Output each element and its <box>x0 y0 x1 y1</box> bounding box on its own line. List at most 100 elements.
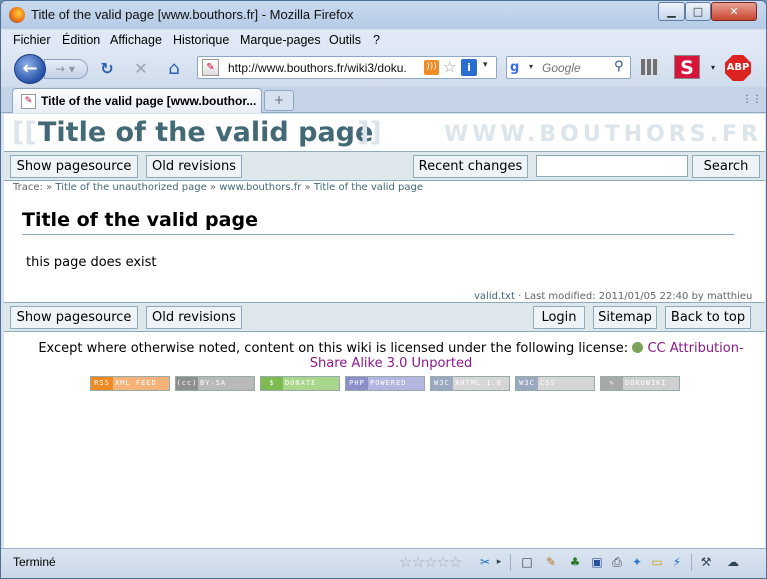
back-to-top-button[interactable]: Back to top <box>665 306 751 329</box>
sitemap-button[interactable]: Sitemap <box>593 306 657 329</box>
wiki-search-input[interactable] <box>536 155 688 177</box>
s-extension-dropdown-icon[interactable]: ▾ <box>711 63 715 72</box>
w3c-xhtml-badge[interactable]: W3C XHTML 1.0 <box>430 376 510 391</box>
old-revisions-button[interactable]: Old revisions <box>146 155 242 178</box>
bottom-action-bar: Show pagesource Old revisions Login Site… <box>4 302 765 332</box>
cc-by-sa-badge[interactable]: (cc) BY-SA <box>175 376 255 391</box>
url-history-dropdown-icon[interactable]: ▾ <box>483 60 488 70</box>
stop-icon[interactable]: ✕ <box>132 60 150 78</box>
dokuwiki-badge[interactable]: ✎ DOKUWIKI <box>600 376 680 391</box>
bracket-open: [[ <box>12 117 37 148</box>
pencil-icon[interactable]: ✎ <box>543 554 559 570</box>
browser-window: Title of the valid page [www.bouthors.fr… <box>0 0 767 579</box>
window-icon[interactable]: ▭ <box>649 554 665 570</box>
info-icon[interactable]: i <box>461 59 477 76</box>
page-heading: Title of the valid page <box>22 209 734 235</box>
license-prefix: Except where otherwise noted, content on… <box>38 341 629 356</box>
menu-bar: Fichier Édition Affichage Historique Mar… <box>1 30 766 51</box>
menu-edition[interactable]: Édition <box>62 33 100 47</box>
wiki-header: [[ Title of the valid page ]] WWW.BOUTHO… <box>4 114 765 152</box>
donate-badge[interactable]: $ DONATE <box>260 376 340 391</box>
rss-feed-badge[interactable]: RSS XML FEED <box>90 376 170 391</box>
status-divider <box>510 554 511 571</box>
trace-link-valid[interactable]: Title of the valid page <box>314 182 423 193</box>
trace-sep: » <box>209 182 217 193</box>
badge-row: RSS XML FEED (cc) BY-SA $ DONATE PHP POW… <box>90 376 690 391</box>
page-meta: valid.txt · Last modified: 2011/01/05 22… <box>474 291 752 302</box>
trace-sep: » <box>46 182 53 193</box>
close-button[interactable]: ✕ <box>711 2 757 21</box>
trace-label: Trace: <box>13 182 43 193</box>
cc-globe-icon <box>632 342 644 353</box>
tab-title: Title of the valid page [www.bouthor... <box>41 94 257 108</box>
bracket-close: ]] <box>357 117 382 148</box>
show-pagesource-button-bottom[interactable]: Show pagesource <box>10 306 138 329</box>
sparkle-icon[interactable]: ✦ <box>629 554 645 570</box>
meta-filename: valid.txt <box>474 291 515 302</box>
clover-icon[interactable]: ♣ <box>567 554 583 570</box>
status-bar: Terminé ☆☆☆☆☆ ✂ ▸ □ ✎ ♣ ▣ ⎙ ✦ ▭ ⚡ ⚒ ☁ <box>1 548 766 578</box>
save-icon[interactable]: ▣ <box>589 554 605 570</box>
rating-stars[interactable]: ☆☆☆☆☆ <box>399 553 462 571</box>
arrow-icon[interactable]: ▸ <box>491 554 507 570</box>
rss-icon[interactable]: ))) <box>424 60 439 75</box>
trace-link-home[interactable]: www.bouthors.fr <box>219 182 301 193</box>
trace-link-unauthorized[interactable]: Title of the unauthorized page <box>55 182 206 193</box>
page-body-text: this page does exist <box>26 255 157 270</box>
top-action-bar: Show pagesource Old revisions Recent cha… <box>4 151 765 181</box>
forward-button[interactable]: → ▾ <box>44 59 88 79</box>
bookmark-star-icon[interactable]: ☆ <box>443 58 456 76</box>
google-engine-icon[interactable]: g <box>510 60 527 76</box>
print-icon[interactable]: ⎙ <box>609 554 625 570</box>
search-input[interactable] <box>542 59 612 76</box>
tab-bar: ✎ Title of the valid page [www.bouthor..… <box>1 87 766 113</box>
breadcrumb: Trace: » Title of the unauthorized page … <box>13 182 423 193</box>
login-button[interactable]: Login <box>533 306 585 329</box>
w3c-css-badge[interactable]: W3C CSS <box>515 376 595 391</box>
menu-fichier[interactable]: Fichier <box>13 33 51 47</box>
page-icon[interactable]: □ <box>519 554 535 570</box>
url-text[interactable]: http://www.bouthors.fr/wiki3/doku. <box>228 61 418 75</box>
address-bar[interactable]: ✎ http://www.bouthors.fr/wiki3/doku. )))… <box>197 56 497 79</box>
search-bar[interactable]: g ▾ ⚲ <box>506 56 631 79</box>
status-divider <box>691 554 692 571</box>
maximize-button[interactable]: □ <box>685 2 711 21</box>
page-content: [[ Title of the valid page ]] WWW.BOUTHO… <box>4 114 765 548</box>
menu-historique[interactable]: Historique <box>173 33 229 47</box>
reload-icon[interactable]: ↻ <box>98 60 116 78</box>
meta-last-modified: · Last modified: 2011/01/05 22:40 by mat… <box>514 291 753 302</box>
title-bar: Title of the valid page [www.bouthors.fr… <box>1 1 766 29</box>
cloud-icon[interactable]: ☁ <box>725 554 741 570</box>
s-extension-icon[interactable]: S <box>674 55 700 79</box>
new-tab-button[interactable]: + <box>264 90 294 111</box>
tab-favicon-icon: ✎ <box>21 94 36 109</box>
show-pagesource-button[interactable]: Show pagesource <box>10 155 138 178</box>
engine-dropdown-icon[interactable]: ▾ <box>529 62 533 71</box>
menu-affichage[interactable]: Affichage <box>110 33 162 47</box>
page-title-link[interactable]: Title of the valid page <box>38 117 373 148</box>
firefox-icon <box>9 7 25 23</box>
tab-active[interactable]: ✎ Title of the valid page [www.bouthor..… <box>12 88 262 113</box>
trace-sep: » <box>304 182 311 193</box>
tools-icon[interactable]: ⚒ <box>698 554 714 570</box>
site-favicon-icon: ✎ <box>202 59 219 76</box>
menu-help[interactable]: ? <box>373 33 380 47</box>
tab-list-icon[interactable]: ⋮⋮ <box>742 91 762 109</box>
bolt-icon[interactable]: ⚡ <box>669 554 685 570</box>
apps-grid-icon[interactable] <box>641 59 659 75</box>
back-button[interactable]: ← <box>14 54 46 84</box>
search-icon[interactable]: ⚲ <box>614 59 624 74</box>
menu-marque-pages[interactable]: Marque-pages <box>240 33 321 47</box>
adblock-plus-icon[interactable]: ABP <box>725 55 751 81</box>
old-revisions-button-bottom[interactable]: Old revisions <box>146 306 242 329</box>
search-button[interactable]: Search <box>692 155 760 178</box>
window-title: Title of the valid page [www.bouthors.fr… <box>31 7 354 22</box>
menu-outils[interactable]: Outils <box>329 33 361 47</box>
license-notice: Except where otherwise noted, content on… <box>26 341 756 371</box>
minimize-button[interactable]: ▁ <box>658 2 685 21</box>
php-powered-badge[interactable]: PHP POWERED <box>345 376 425 391</box>
home-icon[interactable]: ⌂ <box>165 60 183 78</box>
site-name: WWW.BOUTHORS.FR <box>444 122 762 147</box>
recent-changes-button[interactable]: Recent changes <box>413 155 528 178</box>
status-text: Terminé <box>13 555 56 569</box>
